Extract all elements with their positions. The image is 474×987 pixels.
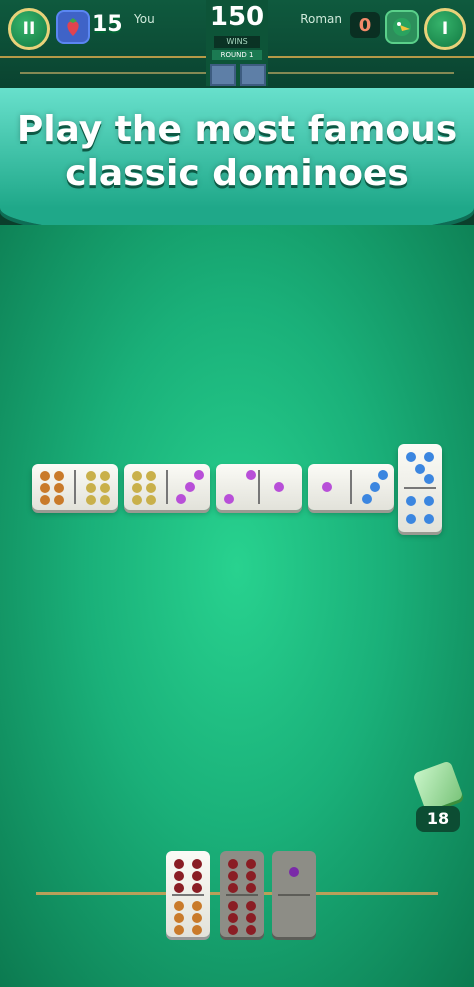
domino-stack-icon — [412, 760, 464, 812]
boneyard-button[interactable]: 18 — [412, 760, 464, 834]
boneyard-count: 18 — [416, 806, 460, 832]
score-roman: 0 — [350, 12, 380, 38]
headline-line-2: classic dominoes — [65, 153, 409, 194]
score-you: 15 — [92, 12, 123, 37]
hand-domino-2[interactable] — [220, 851, 264, 937]
round-label: ROUND 1 — [212, 50, 262, 60]
target-label: WINS — [214, 36, 260, 48]
info-button[interactable]: I — [424, 8, 466, 50]
player-name-roman: Roman — [300, 12, 342, 26]
board-domino-4-4 — [398, 444, 442, 532]
target-score: 150 — [209, 2, 265, 32]
strawberry-icon — [67, 18, 79, 36]
parrot-icon — [393, 18, 411, 36]
player-name-you: You — [134, 12, 155, 26]
pause-icon: II — [22, 19, 36, 39]
board-domino-3-4 — [308, 464, 394, 510]
info-icon: I — [441, 19, 449, 39]
avatar-roman — [385, 10, 419, 44]
hand-domino-1[interactable] — [166, 851, 210, 937]
top-tiles — [210, 64, 266, 86]
avatar-you — [56, 10, 90, 44]
promo-headline: Play the most famous classic dominoes — [0, 108, 474, 196]
hand-domino-3[interactable] — [272, 851, 316, 937]
board-domino-3-3 — [216, 464, 302, 510]
headline-line-1: Play the most famous — [16, 109, 458, 150]
board-domino-6-3 — [124, 464, 210, 510]
pause-button[interactable]: II — [8, 8, 50, 50]
board-domino-6-6 — [32, 464, 118, 510]
